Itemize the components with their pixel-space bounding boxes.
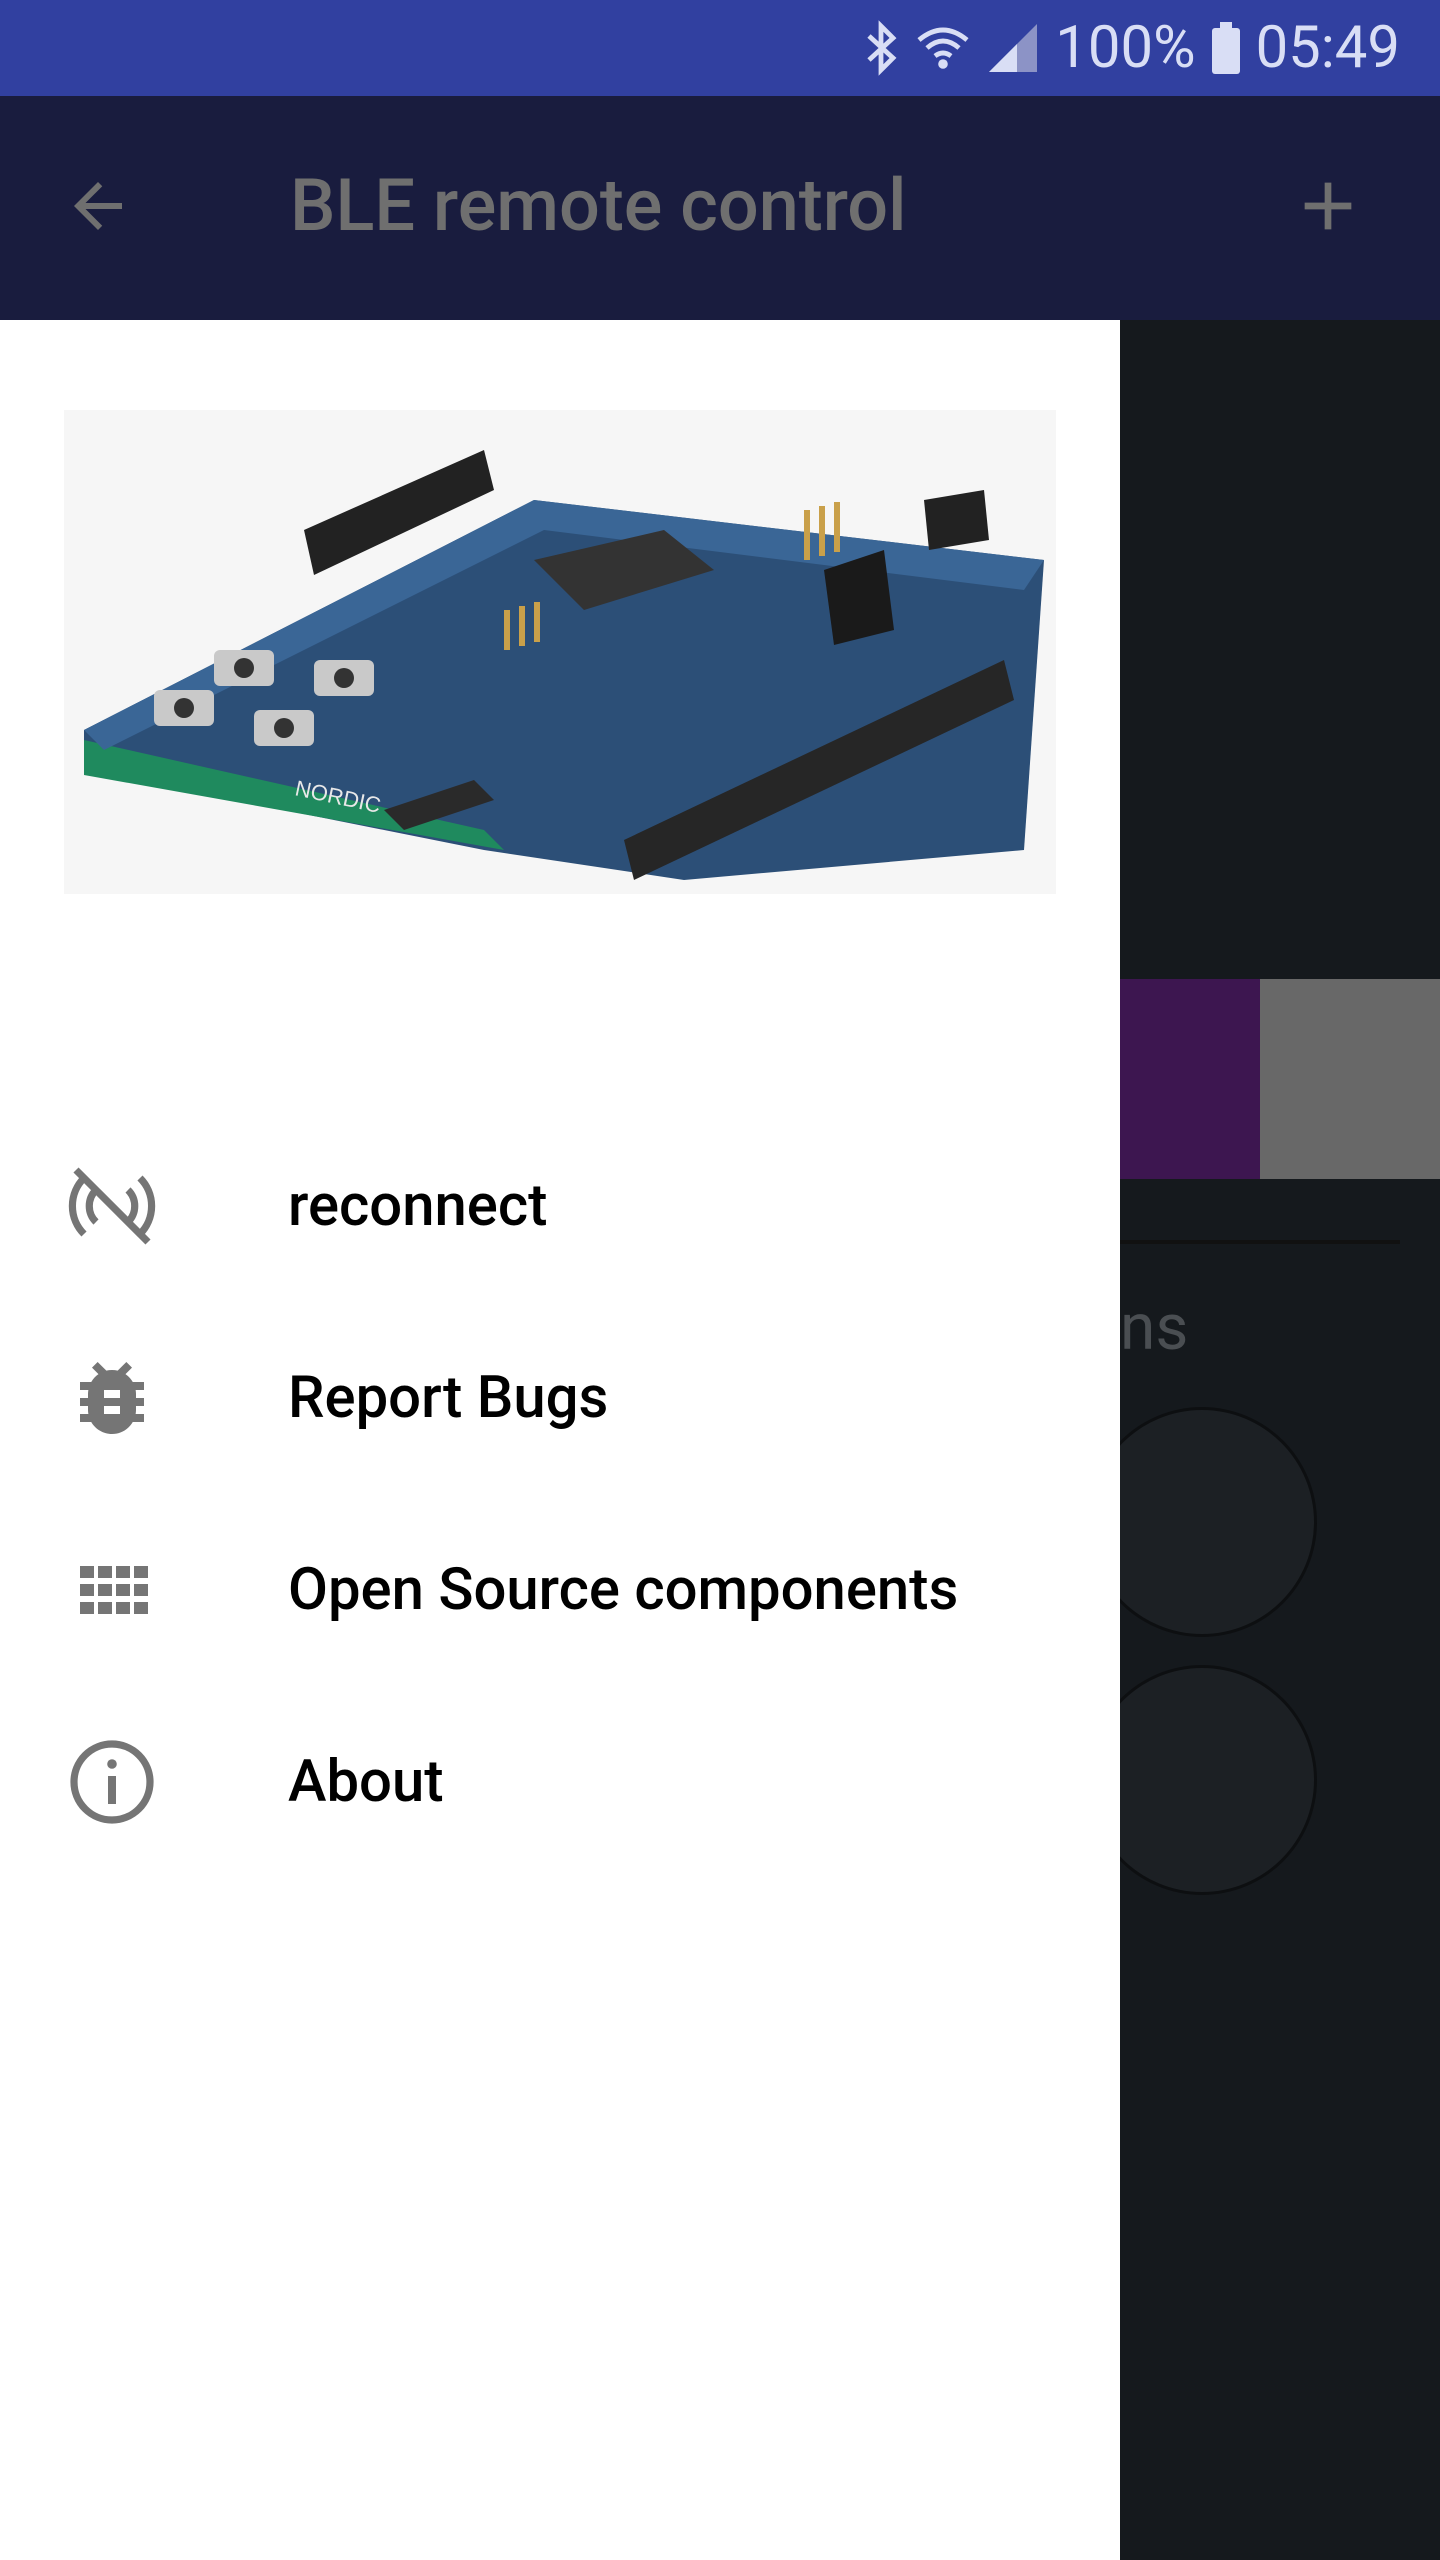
menu-item-open-source[interactable]: Open Source components bbox=[0, 1494, 1120, 1686]
signal-off-icon bbox=[64, 1158, 160, 1254]
round-button bbox=[1120, 1410, 1314, 1634]
menu-item-label: About bbox=[288, 1748, 444, 1816]
background-content[interactable]: ns bbox=[1120, 320, 1440, 2560]
menu-item-label: Report Bugs bbox=[288, 1364, 609, 1432]
plus-icon[interactable] bbox=[1278, 156, 1378, 256]
app-title: BLE remote control bbox=[290, 163, 907, 248]
signal-icon bbox=[985, 20, 1041, 76]
battery-percent: 100% bbox=[1055, 14, 1196, 82]
bluetooth-icon bbox=[861, 20, 901, 76]
segment-purple bbox=[1120, 979, 1260, 1179]
round-button bbox=[1120, 1668, 1314, 1892]
info-icon bbox=[64, 1734, 160, 1830]
divider bbox=[1120, 1240, 1400, 1244]
grid-icon bbox=[64, 1542, 160, 1638]
nordic-dev-board-image: NORDIC bbox=[64, 410, 1056, 894]
arrow-back-icon[interactable] bbox=[48, 156, 148, 256]
menu-item-label: Open Source components bbox=[288, 1556, 959, 1624]
battery-icon bbox=[1210, 20, 1242, 76]
status-bar: 100% 05:49 bbox=[0, 0, 1440, 96]
wifi-icon bbox=[915, 20, 971, 76]
menu-item-report-bugs[interactable]: Report Bugs bbox=[0, 1302, 1120, 1494]
bug-icon bbox=[64, 1350, 160, 1446]
section-label: ns bbox=[1120, 1290, 1189, 1365]
clock: 05:49 bbox=[1255, 14, 1400, 82]
menu-item-reconnect[interactable]: reconnect bbox=[0, 1110, 1120, 1302]
navigation-drawer: NORDIC reconnect Report Bugs Open Source… bbox=[0, 320, 1120, 2560]
menu-item-label: reconnect bbox=[288, 1172, 548, 1240]
app-bar: BLE remote control bbox=[0, 96, 1440, 320]
menu-item-about[interactable]: About bbox=[0, 1686, 1120, 1878]
segment-gray bbox=[1260, 979, 1440, 1179]
